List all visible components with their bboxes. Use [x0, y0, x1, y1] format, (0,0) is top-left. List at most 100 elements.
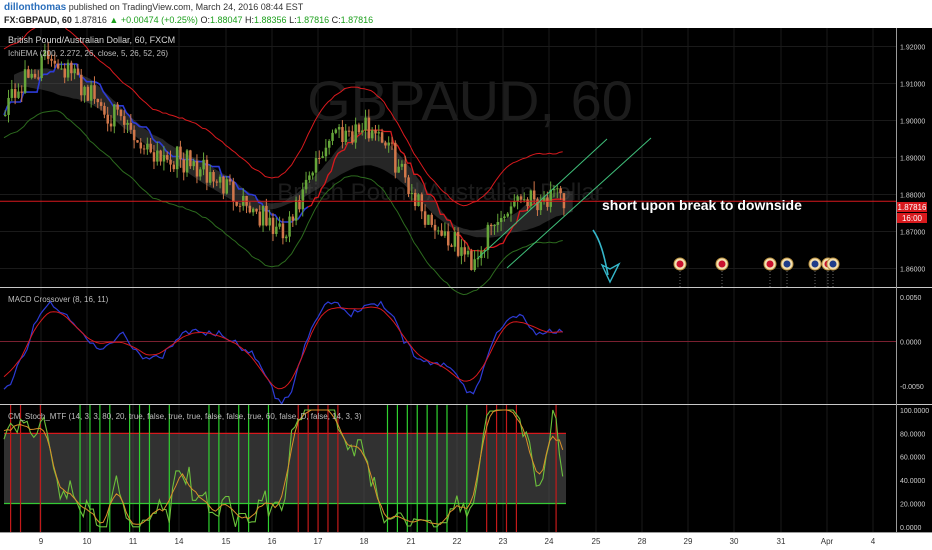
time-tick-label: Apr	[821, 537, 834, 546]
low-value: 1.87816	[296, 15, 330, 25]
candle-body	[179, 146, 182, 160]
candle-body	[96, 98, 100, 103]
time-tick-label: 9	[39, 537, 44, 546]
candle-body	[489, 224, 493, 227]
candle-body	[539, 201, 543, 211]
candle-body	[321, 156, 324, 159]
candle-body	[235, 201, 238, 206]
stoch-tick-label: 20.0000	[900, 501, 925, 508]
candle-body	[430, 214, 433, 225]
trade-annotation[interactable]: short upon break to downside	[602, 197, 802, 213]
candle-body	[304, 179, 308, 190]
candle-body	[268, 217, 271, 226]
candle-body	[341, 127, 344, 143]
candle-body	[202, 159, 205, 170]
candle-body	[218, 176, 222, 183]
candle-body	[109, 123, 113, 127]
candle-body	[40, 56, 43, 79]
candle-body	[199, 169, 202, 177]
candle-body	[546, 197, 549, 207]
candle-body	[126, 122, 129, 125]
candle-body	[175, 146, 179, 170]
candle-body	[146, 143, 149, 150]
candle-body	[496, 222, 500, 225]
author-link[interactable]: dillonthomas	[4, 2, 66, 13]
candle-body	[89, 85, 93, 101]
candle-body	[258, 211, 262, 226]
time-tick-label: 18	[360, 537, 369, 546]
candle-body	[10, 89, 14, 98]
candle-body	[433, 224, 437, 231]
candle-body	[271, 217, 275, 234]
candle-body	[523, 199, 526, 201]
candle-body	[23, 69, 27, 93]
flag-icon-inner	[718, 260, 726, 268]
candle-body	[559, 188, 562, 194]
candle-body	[33, 73, 37, 78]
candle-body	[152, 152, 156, 162]
candle-body	[53, 60, 57, 64]
candle-body	[470, 250, 473, 270]
candle-body	[397, 166, 400, 173]
candle-body	[294, 199, 298, 221]
candle-body	[63, 68, 67, 78]
candle-body	[149, 143, 152, 153]
candle-body	[390, 142, 394, 144]
chart-header: dillonthomas published on TradingView.co…	[0, 0, 932, 28]
candle-body	[351, 131, 354, 143]
candle-body	[506, 213, 509, 217]
candle-body	[215, 181, 219, 183]
time-tick-label: 16	[268, 537, 277, 546]
candle-body	[357, 124, 361, 133]
candle-body	[169, 159, 172, 165]
candle-body	[407, 177, 410, 194]
candle-body	[60, 68, 63, 70]
macd-tick-label: -0.0050	[900, 384, 924, 391]
candle-body	[466, 250, 470, 255]
last-price-tag-text: 1.87816	[898, 203, 927, 212]
candle-body	[172, 164, 176, 170]
candle-body	[532, 190, 536, 200]
candle-body	[463, 247, 467, 255]
candle-body	[410, 192, 414, 194]
candle-body	[238, 205, 242, 207]
time-tick-label: 11	[129, 537, 138, 546]
candle-body	[364, 117, 367, 131]
candle-body	[37, 77, 40, 79]
symbol-name[interactable]: FX:GBPAUD, 60	[4, 15, 72, 25]
macd-tick-label: 0.0000	[900, 340, 922, 347]
candle-body	[334, 129, 338, 133]
candle-body	[86, 86, 90, 101]
candle-body	[384, 142, 387, 146]
flag-icon-inner	[766, 260, 774, 268]
candle-body	[499, 218, 503, 223]
candle-body	[562, 193, 566, 209]
candle-body	[460, 247, 463, 256]
candle-body	[93, 85, 96, 99]
candle-body	[4, 114, 7, 116]
candle-body	[278, 223, 281, 227]
candle-body	[116, 104, 119, 110]
price-tick-label: 1.90000	[900, 119, 925, 126]
candle-body	[556, 188, 559, 190]
candle-body	[165, 155, 169, 160]
candle-body	[509, 206, 513, 214]
time-tick-label: 14	[175, 537, 184, 546]
candle-body	[513, 201, 516, 207]
candle-body	[56, 63, 60, 69]
candle-body	[456, 231, 460, 256]
countdown-tag-text: 16:00	[902, 214, 923, 223]
candle-body	[208, 172, 212, 183]
time-tick-label: 22	[453, 537, 462, 546]
macd-tick-label: 0.0050	[900, 295, 922, 302]
time-tick-label: 21	[407, 537, 416, 546]
chart-canvas[interactable]: GBPAUD, 60 British Pound/Australian Doll…	[0, 28, 932, 550]
chart-title: British Pound/Australian Dollar, 60, FXC…	[8, 35, 175, 45]
macd-title: MACD Crossover (8, 16, 11)	[8, 295, 109, 304]
time-tick-label: 10	[83, 537, 92, 546]
open-value: 1.88047	[209, 15, 243, 25]
candle-body	[450, 245, 453, 247]
time-tick-label: 24	[545, 537, 554, 546]
candle-body	[420, 194, 424, 212]
time-axis[interactable]: 9 10 11 14 15 16 17 18 21 22 23 24 25 28 29 30 31 Apr 4	[0, 533, 932, 550]
